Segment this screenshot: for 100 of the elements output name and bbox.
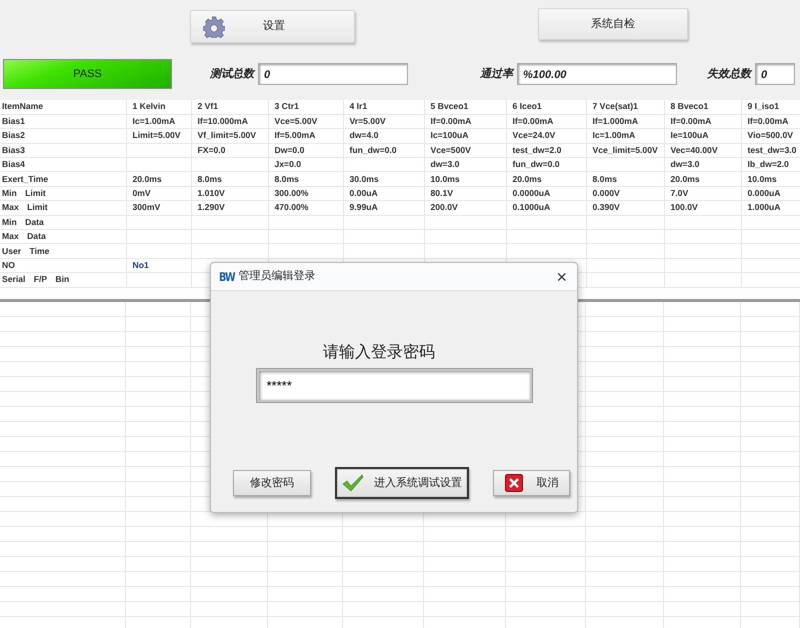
dialog-button[interactable]: 修改密码: [233, 470, 311, 496]
logo-text: BW: [218, 268, 235, 286]
column-header: 7 Vce(sat)1: [586, 100, 664, 114]
table-cell: 0.000uA: [741, 186, 800, 201]
table-cell: dw=3.0: [664, 158, 741, 172]
table-cell: Vio=500.0V: [741, 128, 800, 144]
table-cell: fun_dw=0.0: [506, 158, 586, 172]
table-cell: 0mV: [126, 186, 191, 201]
table-cell: Ic=1.00mA: [586, 128, 664, 144]
header-cell: ItemName: [0, 100, 126, 114]
table-cell: Vf_limit=5.00V: [191, 128, 268, 144]
table-cell: 1.010V: [191, 186, 268, 201]
table-cell: 0.1000uA: [506, 200, 586, 216]
table-cell: 8.0ms: [586, 172, 664, 186]
row-label: Bias4: [0, 158, 126, 172]
checkmark-icon: [342, 474, 364, 492]
table-cell: 0.00uA: [343, 186, 424, 201]
row-label: Max Limit: [0, 200, 126, 216]
table-cell: If=0.00mA: [506, 114, 586, 129]
table-cell: test_dw=3.0: [741, 143, 800, 158]
table-cell: 1.000uA: [741, 200, 800, 216]
table-cell: 8.0ms: [191, 172, 268, 186]
table-cell: 0.000V: [586, 186, 664, 201]
table-cell: 470.00%: [268, 200, 343, 216]
table-cell: test_dw=2.0: [506, 143, 586, 158]
counter-field: 0: [258, 63, 408, 85]
table-cell: fun_dw=0.0: [343, 143, 424, 158]
column-header: 9 I_iso1: [741, 100, 800, 114]
dialog-button[interactable]: 进入系统调试设置: [335, 467, 469, 499]
counter-field: %100.00: [517, 63, 677, 85]
table-cell: FX=0.0: [191, 143, 268, 158]
dialog-button[interactable]: 取消: [493, 470, 570, 496]
table-cell: Limit=5.00V: [126, 128, 191, 144]
dialog-title: 管理员编辑登录: [238, 269, 316, 284]
table-cell: 300mV: [126, 200, 191, 216]
table-cell: Ib_dw=2.0: [741, 158, 800, 172]
table-cell: If=0.00mA: [664, 114, 741, 129]
table-cell: 100.0V: [664, 200, 741, 216]
table-cell: If=0.00mA: [424, 114, 506, 129]
table-cell: 80.1V: [424, 186, 506, 201]
column-header: 6 Iceo1: [506, 100, 586, 114]
toolbar-button[interactable]: 系统自检: [538, 8, 688, 40]
password-field[interactable]: *****: [256, 369, 532, 402]
table-cell: Vec=40.00V: [664, 143, 741, 158]
close-button[interactable]: ×: [552, 268, 571, 286]
row-label: NO: [0, 258, 126, 273]
table-cell: 1.290V: [191, 200, 268, 216]
table-cell: No1: [126, 258, 191, 273]
table-cell: 0.390V: [586, 200, 664, 216]
column-header: 1 Kelvin: [126, 100, 191, 114]
counter-label: 失效总数: [707, 66, 751, 82]
row-label: Bias1: [0, 114, 126, 129]
row-label: Min Data: [0, 215, 126, 230]
row-label: User Time: [0, 244, 126, 258]
row-label: Serial F/P Bin: [0, 272, 126, 288]
column-header: 4 Ir1: [343, 100, 424, 114]
table-cell: Ic=100uA: [424, 128, 506, 144]
row-label: Min Limit: [0, 186, 126, 201]
column-header: 2 Vf1: [191, 100, 268, 114]
prompt-text: 请输入登录密码: [323, 342, 435, 363]
toolbar-button[interactable]: 设置: [190, 10, 355, 43]
table-cell: 20.0ms: [126, 172, 191, 186]
table-cell: 300.00%: [268, 186, 343, 201]
gear-icon: [203, 16, 225, 38]
table-cell: If=10.000mA: [191, 114, 268, 129]
cancel-icon: [504, 474, 522, 492]
table-cell: If=1.000mA: [586, 114, 664, 129]
column-header: 5 Bvceo1: [424, 100, 506, 114]
row-label: Bias2: [0, 128, 126, 144]
table-cell: 10.0ms: [424, 172, 506, 186]
table-cell: Vce=5.00V: [268, 114, 343, 129]
table-cell: 20.0ms: [506, 172, 586, 186]
table-cell: Dw=0.0: [268, 143, 343, 158]
column-header: 3 Ctr1: [268, 100, 343, 114]
table-cell: dw=4.0: [343, 128, 424, 144]
table-cell: Vce=500V: [424, 143, 506, 158]
row-label: Exert_Time: [0, 172, 126, 186]
pass-indicator: PASS: [3, 59, 172, 89]
table-cell: 200.0V: [424, 200, 506, 216]
table-cell: Ie=100uA: [664, 128, 741, 144]
table-cell: Jx=0.0: [268, 158, 343, 172]
counter-label: 通过率: [480, 66, 513, 82]
counter-label: 测试总数: [210, 66, 254, 82]
table-cell: 9.99uA: [343, 200, 424, 216]
table-cell: Ic=1.00mA: [126, 114, 191, 129]
table-cell: Vce_limit=5.00V: [586, 143, 664, 158]
counter-field: 0: [755, 63, 795, 85]
table-cell: 20.0ms: [664, 172, 741, 186]
row-label: Bias3: [0, 143, 126, 158]
table-cell: If=0.00mA: [741, 114, 800, 129]
column-header: 8 Bveco1: [664, 100, 741, 114]
row-label: Max Data: [0, 230, 126, 244]
table-cell: 0.0000uA: [506, 186, 586, 201]
table-cell: Vce=24.0V: [506, 128, 586, 144]
table-cell: 30.0ms: [343, 172, 424, 186]
table-cell: Vr=5.00V: [343, 114, 424, 129]
table-cell: If=5.00mA: [268, 128, 343, 144]
table-cell: 10.0ms: [741, 172, 800, 186]
table-cell: dw=3.0: [424, 158, 506, 172]
table-cell: 8.0ms: [268, 172, 343, 186]
